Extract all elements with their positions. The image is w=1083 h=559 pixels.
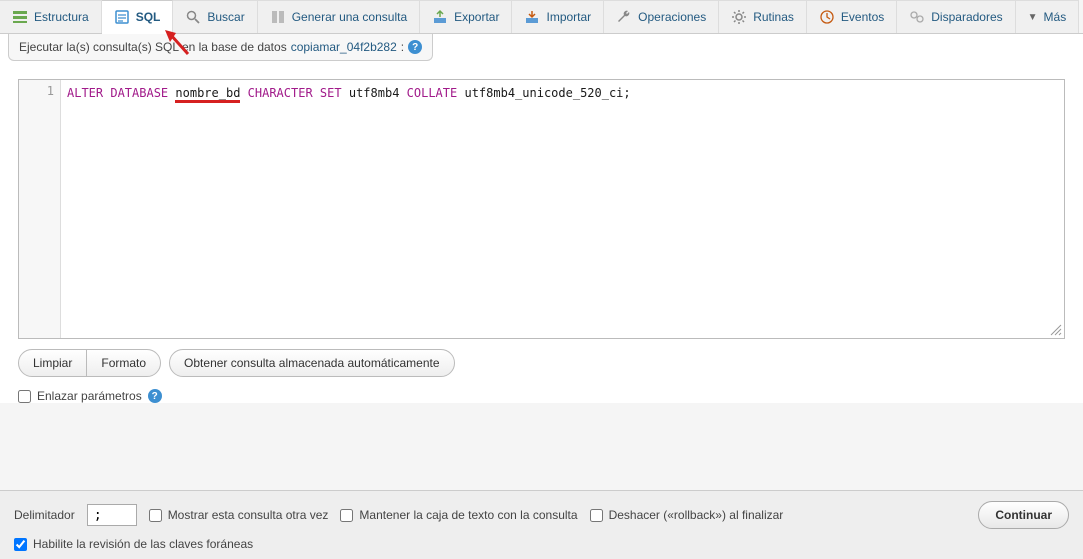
help-icon[interactable]: ? <box>148 389 162 403</box>
tab-export[interactable]: Exportar <box>420 0 512 33</box>
gears-icon <box>909 9 925 25</box>
show-again-text: Mostrar esta consulta otra vez <box>168 508 329 522</box>
tab-label: Eventos <box>841 10 884 24</box>
tab-query-generator[interactable]: Generar una consulta <box>258 0 420 33</box>
kw-character: CHARACTER <box>248 86 313 100</box>
show-again-checkbox[interactable] <box>149 509 162 522</box>
tab-events[interactable]: Eventos <box>807 0 897 33</box>
db-identifier: nombre_bd <box>175 86 240 103</box>
format-button[interactable]: Formato <box>86 350 160 376</box>
tab-label: Generar una consulta <box>292 10 407 24</box>
search-icon <box>185 9 201 25</box>
tab-operations[interactable]: Operaciones <box>604 0 719 33</box>
retain-box-label[interactable]: Mantener la caja de texto con la consult… <box>340 508 577 522</box>
delimiter-label: Delimitador <box>14 508 75 522</box>
rollback-checkbox[interactable] <box>590 509 603 522</box>
fk-check-checkbox[interactable] <box>14 538 27 551</box>
retain-box-text: Mantener la caja de texto con la consult… <box>359 508 577 522</box>
footer-row-2: Habilite la revisión de las claves forán… <box>14 537 1069 551</box>
clock-icon <box>819 9 835 25</box>
kw-set: SET <box>320 86 342 100</box>
autosave-button[interactable]: Obtener consulta almacenada automáticame… <box>169 349 455 377</box>
tab-label: Importar <box>546 10 591 24</box>
main-content: Ejecutar la(s) consulta(s) SQL en la bas… <box>0 34 1083 403</box>
clear-button[interactable]: Limpiar <box>19 350 86 376</box>
fk-check-label[interactable]: Habilite la revisión de las claves forán… <box>14 537 253 551</box>
export-icon <box>432 9 448 25</box>
tab-label: Rutinas <box>753 10 794 24</box>
footer-bar: Delimitador Mostrar esta consulta otra v… <box>0 490 1083 559</box>
bind-params-label[interactable]: Enlazar parámetros <box>18 389 142 403</box>
tab-more[interactable]: ▼ Más <box>1016 0 1080 33</box>
footer-row-1: Delimitador Mostrar esta consulta otra v… <box>14 501 1069 529</box>
tab-bar: Estructura SQL Buscar Generar una consul… <box>0 0 1083 34</box>
header-text-prefix: Ejecutar la(s) consulta(s) SQL en la bas… <box>19 40 287 54</box>
sql-editor[interactable]: 1 ALTER DATABASE nombre_bd CHARACTER SET… <box>18 79 1065 339</box>
fk-check-text: Habilite la revisión de las claves forán… <box>33 537 253 551</box>
tab-label: Exportar <box>454 10 499 24</box>
bind-params-row: Enlazar parámetros ? <box>18 389 1065 403</box>
resize-handle-icon[interactable] <box>1050 324 1062 336</box>
delimiter-input[interactable] <box>87 504 137 526</box>
chevron-down-icon: ▼ <box>1028 12 1038 23</box>
import-icon <box>524 9 540 25</box>
header-suffix: : <box>401 40 404 54</box>
sql-icon <box>114 9 130 25</box>
clear-format-group: Limpiar Formato <box>18 349 161 377</box>
tab-search[interactable]: Buscar <box>173 0 257 33</box>
help-icon[interactable]: ? <box>408 40 422 54</box>
wrench-icon <box>616 9 632 25</box>
tab-label: Buscar <box>207 10 244 24</box>
tab-routines[interactable]: Rutinas <box>719 0 807 33</box>
sql-run-header: Ejecutar la(s) consulta(s) SQL en la bas… <box>8 34 433 61</box>
tab-import[interactable]: Importar <box>512 0 604 33</box>
tab-label: Más <box>1044 10 1067 24</box>
query-icon <box>270 9 286 25</box>
kw-alter: ALTER <box>67 86 103 100</box>
header-dbname[interactable]: copiamar_04f2b282 <box>291 40 397 54</box>
collate-value: utf8mb4_unicode_520_ci; <box>464 86 630 100</box>
tab-triggers[interactable]: Disparadores <box>897 0 1015 33</box>
tab-structure[interactable]: Estructura <box>0 0 102 33</box>
continue-button[interactable]: Continuar <box>978 501 1069 529</box>
kw-collate: COLLATE <box>407 86 458 100</box>
editor-gutter: 1 <box>19 80 61 338</box>
rollback-text: Deshacer («rollback») al finalizar <box>609 508 784 522</box>
tab-label: Disparadores <box>931 10 1002 24</box>
bind-params-checkbox[interactable] <box>18 390 31 403</box>
editor-code[interactable]: ALTER DATABASE nombre_bd CHARACTER SET u… <box>61 80 1064 338</box>
gear-icon <box>731 9 747 25</box>
tab-sql[interactable]: SQL <box>102 0 174 34</box>
bind-params-text: Enlazar parámetros <box>37 389 142 403</box>
tab-label: Estructura <box>34 10 89 24</box>
editor-toolbar: Limpiar Formato Obtener consulta almacen… <box>18 349 1065 377</box>
show-again-label[interactable]: Mostrar esta consulta otra vez <box>149 508 329 522</box>
kw-database: DATABASE <box>110 86 168 100</box>
tab-label: SQL <box>136 10 161 24</box>
structure-icon <box>12 9 28 25</box>
tab-label: Operaciones <box>638 10 706 24</box>
retain-box-checkbox[interactable] <box>340 509 353 522</box>
line-number: 1 <box>19 84 54 98</box>
rollback-label[interactable]: Deshacer («rollback») al finalizar <box>590 508 784 522</box>
charset-value: utf8mb4 <box>349 86 400 100</box>
